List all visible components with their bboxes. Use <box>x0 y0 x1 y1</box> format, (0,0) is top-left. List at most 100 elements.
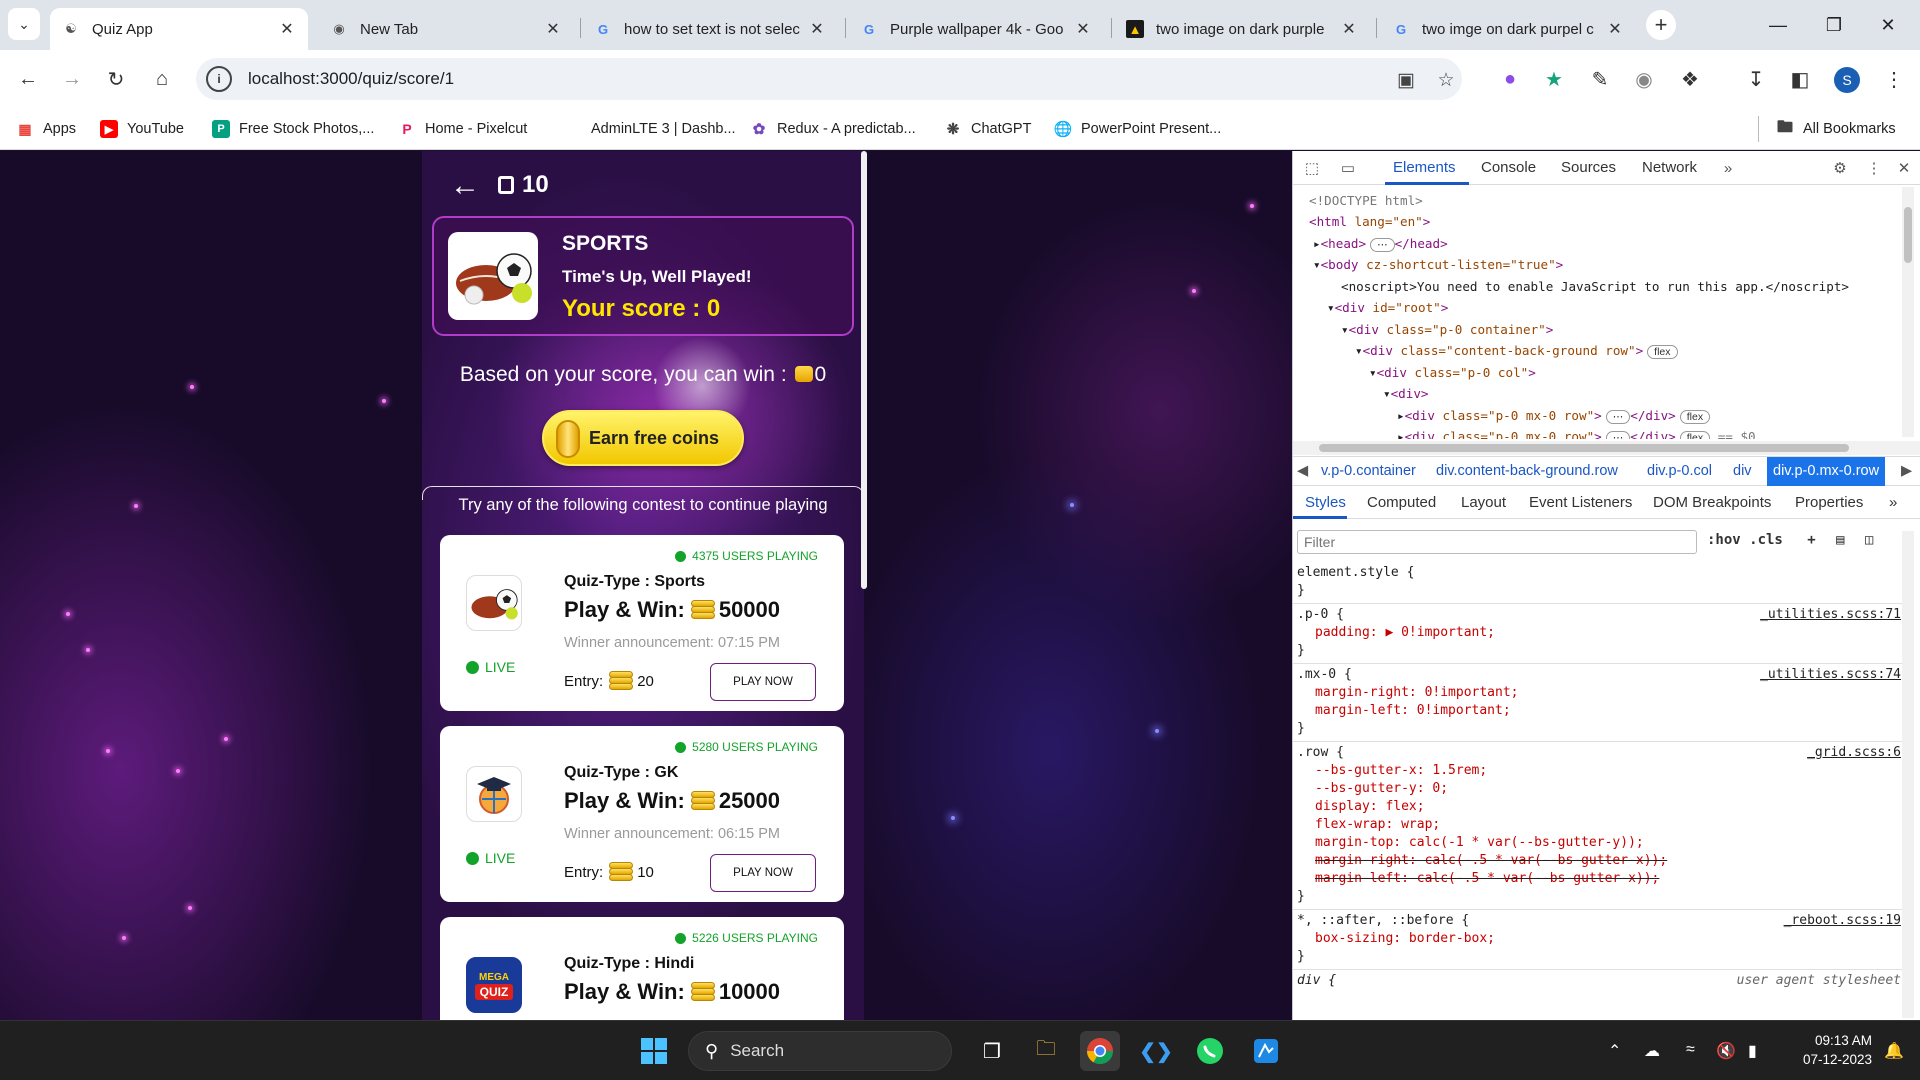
tray-update-icon[interactable]: ☁ <box>1644 1041 1660 1061</box>
breadcrumb-scroll-left-icon[interactable]: ◀ <box>1297 463 1308 479</box>
close-icon[interactable]: ✕ <box>1074 19 1092 39</box>
css-source-link[interactable]: _utilities.scss:71 <box>1760 607 1901 622</box>
tab-styles[interactable]: Styles <box>1305 494 1346 511</box>
tab-layout[interactable]: Layout <box>1461 494 1506 511</box>
app-scrollbar[interactable] <box>861 151 867 589</box>
vscode-icon[interactable]: ❮❯ <box>1136 1031 1176 1071</box>
taskbar-search[interactable]: ⚲ Search <box>688 1031 952 1071</box>
css-declaration[interactable]: padding: ▶ 0!important; <box>1315 625 1495 640</box>
tab-event-listeners[interactable]: Event Listeners <box>1529 494 1632 511</box>
dom-node[interactable]: <!DOCTYPE html> <box>1309 193 1423 208</box>
file-explorer-icon[interactable]: 🗀 <box>1026 1031 1066 1071</box>
back-arrow-icon[interactable]: ← <box>450 169 480 203</box>
css-declaration-overridden[interactable]: margin-right: calc(-.5 * var(--bs-gutter… <box>1315 853 1667 868</box>
windows-start-icon[interactable] <box>634 1031 674 1071</box>
window-close-icon[interactable]: ✕ <box>1868 10 1908 40</box>
close-devtools-icon[interactable]: ✕ <box>1893 157 1915 179</box>
bookmark-powerpoint[interactable]: 🌐 PowerPoint Present... <box>1054 117 1222 141</box>
breadcrumb-item-active[interactable]: div.p-0.mx-0.row <box>1767 457 1886 486</box>
wifi-icon[interactable]: ≈ <box>1686 1041 1695 1059</box>
dom-node[interactable]: ▾<div id="root"> <box>1327 300 1448 315</box>
dom-node[interactable]: <html lang="en"> <box>1309 214 1430 229</box>
css-declaration[interactable]: margin-top: calc(-1 * var(--bs-gutter-y)… <box>1315 835 1644 850</box>
settings-gear-icon[interactable]: ⚙ <box>1829 157 1851 179</box>
css-source-link[interactable]: _reboot.scss:19 <box>1784 913 1901 928</box>
paint-icon[interactable]: ▤ <box>1836 532 1844 548</box>
css-source-link[interactable]: _grid.scss:6 <box>1807 745 1901 760</box>
css-declaration[interactable]: flex-wrap: wrap; <box>1315 817 1440 832</box>
new-tab-button[interactable]: + <box>1646 10 1676 40</box>
address-bar[interactable]: i localhost:3000/quiz/score/1 ▣ ☆ <box>196 58 1462 100</box>
camera-icon[interactable]: ◉ <box>1628 63 1660 95</box>
css-declaration[interactable]: margin-right: 0!important; <box>1315 685 1519 700</box>
tab-network[interactable]: Network <box>1642 159 1697 176</box>
css-declaration[interactable]: --bs-gutter-x: 1.5rem; <box>1315 763 1487 778</box>
install-app-icon[interactable]: ▣ <box>1392 66 1420 94</box>
close-icon[interactable]: ✕ <box>1340 19 1358 39</box>
tab-properties[interactable]: Properties <box>1795 494 1863 511</box>
bookmark-youtube[interactable]: ▶ YouTube <box>100 117 184 141</box>
kebab-menu-icon[interactable]: ⋮ <box>1863 157 1885 179</box>
styles-scrollbar[interactable] <box>1902 531 1914 1018</box>
extension-figure-icon[interactable]: ★ <box>1538 63 1570 95</box>
tab-console[interactable]: Console <box>1481 159 1536 176</box>
breadcrumb-scroll-right-icon[interactable]: ▶ <box>1901 463 1912 479</box>
tab-dom-breakpoints[interactable]: DOM Breakpoints <box>1653 494 1771 511</box>
more-tabs-icon[interactable]: » <box>1717 157 1739 179</box>
dom-node[interactable]: ▾<body cz-shortcut-listen="true"> <box>1313 257 1563 272</box>
extensions-puzzle-icon[interactable]: ❖ <box>1674 63 1706 95</box>
inspect-element-icon[interactable]: ⬚ <box>1301 157 1323 179</box>
device-toolbar-icon[interactable]: ▭ <box>1337 157 1359 179</box>
breadcrumb-item[interactable]: div <box>1733 463 1752 479</box>
restore-icon[interactable]: ❐ <box>1814 10 1854 40</box>
css-declaration[interactable]: --bs-gutter-y: 0; <box>1315 781 1448 796</box>
tab-quiz-app[interactable]: ☯ Quiz App ✕ <box>50 8 308 50</box>
play-now-button[interactable]: PLAY NOW <box>710 854 816 892</box>
breadcrumb-item[interactable]: div.p-0.col <box>1647 463 1712 479</box>
tab-elements[interactable]: Elements <box>1393 159 1456 176</box>
notification-bell-icon[interactable]: 🔔 <box>1884 1041 1904 1061</box>
tray-chevron-icon[interactable]: ⌃ <box>1608 1041 1621 1061</box>
bookmark-pixelcut[interactable]: P Home - Pixelcut <box>398 117 527 141</box>
play-now-button[interactable]: PLAY NOW <box>710 663 816 701</box>
css-declaration[interactable]: box-sizing: border-box; <box>1315 931 1495 946</box>
breadcrumb-item[interactable]: v.p-0.container <box>1321 463 1416 479</box>
dom-node[interactable]: ▸<div class="p-0 mx-0 row"> ⋯ </div> flex <box>1397 408 1711 424</box>
bookmark-redux[interactable]: ✿ Redux - A predictab... <box>750 117 916 141</box>
css-declaration-overridden[interactable]: margin-left: calc(-.5 * var(--bs-gutter-… <box>1315 871 1659 886</box>
tab-google-search-1[interactable]: G how to set text is not selec ✕ <box>582 8 838 50</box>
horizontal-scrollbar[interactable] <box>1293 441 1920 455</box>
earn-free-coins-button[interactable]: Earn free coins <box>542 410 744 466</box>
dom-node[interactable]: ▾<div> <box>1383 386 1429 401</box>
bookmark-chatgpt[interactable]: ❋ ChatGPT <box>944 117 1032 141</box>
close-icon[interactable]: ✕ <box>808 19 826 39</box>
home-icon[interactable]: ⌂ <box>146 63 178 95</box>
forward-icon[interactable]: → <box>56 63 88 95</box>
volume-muted-icon[interactable]: 🔇 <box>1716 1041 1736 1061</box>
css-source-link[interactable]: _utilities.scss:74 <box>1760 667 1901 682</box>
tab-image[interactable]: ▲ two image on dark purple ✕ <box>1114 8 1370 50</box>
tab-sources[interactable]: Sources <box>1561 159 1616 176</box>
css-declaration[interactable]: margin-left: 0!important; <box>1315 703 1511 718</box>
tab-new-tab[interactable]: ◉ New Tab ✕ <box>318 8 574 50</box>
bookmark-adminlte[interactable]: AdminLTE 3 | Dashb... <box>564 117 736 141</box>
chrome-taskbar-icon[interactable] <box>1080 1031 1120 1071</box>
eyedropper-icon[interactable]: ✎ <box>1584 63 1616 95</box>
bookmark-apps[interactable]: ▦ Apps <box>16 117 76 141</box>
whatsapp-icon[interactable] <box>1190 1031 1230 1071</box>
new-rule-icon[interactable]: + <box>1807 532 1815 548</box>
dom-tree-scrollbar[interactable] <box>1902 187 1914 437</box>
tab-computed[interactable]: Computed <box>1367 494 1436 511</box>
hov-cls-toggles[interactable]: :hov .cls <box>1707 532 1783 548</box>
css-declaration[interactable]: display: flex; <box>1315 799 1425 814</box>
bookmark-star-icon[interactable]: ☆ <box>1432 66 1460 94</box>
close-icon[interactable]: ✕ <box>544 19 562 39</box>
site-info-icon[interactable]: i <box>206 66 232 92</box>
dom-node[interactable]: <noscript>You need to enable JavaScript … <box>1341 279 1849 294</box>
dom-node[interactable]: ▸<head> ⋯ </head> <box>1313 236 1448 252</box>
side-panel-icon[interactable]: ◧ <box>1784 63 1816 95</box>
azure-data-studio-icon[interactable] <box>1246 1031 1286 1071</box>
styles-filter-input[interactable] <box>1297 530 1697 554</box>
tab-google-search-2[interactable]: G Purple wallpaper 4k - Goo ✕ <box>848 8 1104 50</box>
close-icon[interactable]: ✕ <box>1606 19 1624 39</box>
